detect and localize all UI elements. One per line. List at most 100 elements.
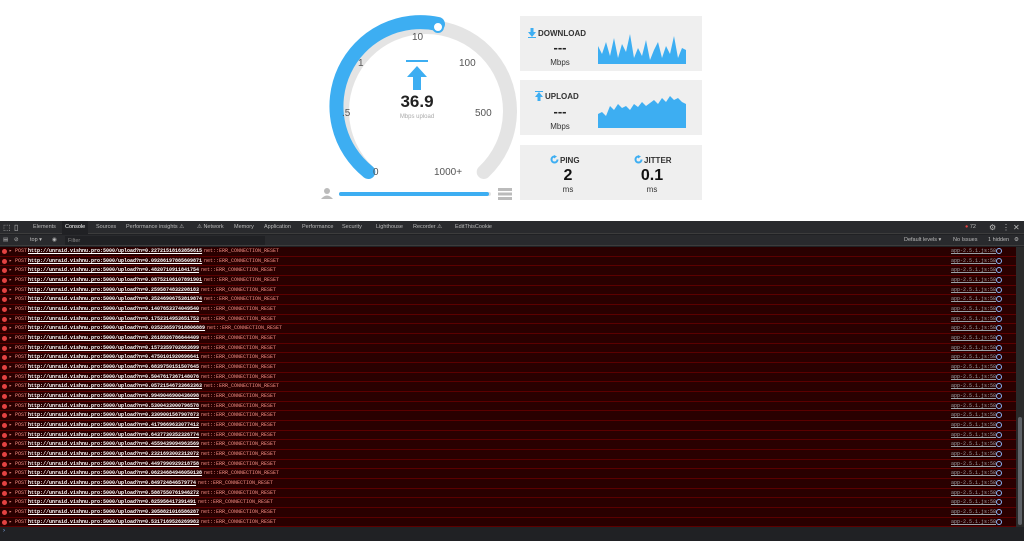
issues-button[interactable]: No Issues: [953, 235, 977, 246]
network-request-icon[interactable]: [996, 335, 1002, 342]
devtools-tab[interactable]: Elements: [30, 221, 59, 234]
source-link[interactable]: app-2.5.1.js:58: [951, 266, 996, 275]
console-error-row[interactable]: ▸ POST http://unraid.vishnu.pro:5000/uplo…: [0, 285, 1016, 296]
console-error-row[interactable]: ▸ POST http://unraid.vishnu.pro:5000/uplo…: [0, 411, 1016, 422]
network-request-icon[interactable]: [996, 373, 1002, 380]
source-link[interactable]: app-2.5.1.js:58: [951, 344, 996, 353]
console-error-row[interactable]: ▸ POST http://unraid.vishnu.pro:5000/uplo…: [0, 459, 1016, 470]
request-url[interactable]: http://unraid.vishnu.pro:5000/upload?n=0…: [28, 440, 199, 449]
request-url[interactable]: http://unraid.vishnu.pro:5000/upload?n=0…: [28, 411, 199, 420]
network-request-icon[interactable]: [996, 489, 1002, 496]
console-error-row[interactable]: ▸ POST http://unraid.vishnu.pro:5000/uplo…: [0, 517, 1016, 527]
request-url[interactable]: http://unraid.vishnu.pro:5000/upload?n=0…: [28, 382, 202, 391]
console-settings-icon[interactable]: ⚙: [1014, 235, 1019, 246]
console-error-row[interactable]: ▸ POST http://unraid.vishnu.pro:5000/uplo…: [0, 314, 1016, 325]
source-link[interactable]: app-2.5.1.js:58: [951, 276, 996, 285]
network-request-icon[interactable]: [996, 296, 1002, 303]
network-request-icon[interactable]: [996, 480, 1002, 487]
console-error-row[interactable]: ▸ POST http://unraid.vishnu.pro:5000/uplo…: [0, 353, 1016, 364]
request-url[interactable]: http://unraid.vishnu.pro:5000/upload?n=0…: [28, 508, 199, 517]
live-expression-eye-icon[interactable]: ◉: [52, 235, 57, 246]
request-url[interactable]: http://unraid.vishnu.pro:5000/upload?n=0…: [28, 334, 199, 343]
network-request-icon[interactable]: [996, 344, 1002, 351]
request-url[interactable]: http://unraid.vishnu.pro:5000/upload?n=0…: [28, 363, 199, 372]
request-url[interactable]: http://unraid.vishnu.pro:5000/upload?n=0…: [28, 450, 199, 459]
source-link[interactable]: app-2.5.1.js:58: [951, 382, 996, 391]
network-request-icon[interactable]: [996, 306, 1002, 313]
request-url[interactable]: http://unraid.vishnu.pro:5000/upload?n=0…: [28, 489, 199, 498]
devtools-tab[interactable]: Recorder ⚠: [410, 221, 445, 234]
request-url[interactable]: http://unraid.vishnu.pro:5000/upload?n=0…: [28, 286, 199, 295]
console-error-row[interactable]: ▸ POST http://unraid.vishnu.pro:5000/uplo…: [0, 440, 1016, 451]
devtools-tab[interactable]: Console: [62, 221, 89, 234]
request-url[interactable]: http://unraid.vishnu.pro:5000/upload?n=0…: [28, 498, 196, 507]
request-url[interactable]: http://unraid.vishnu.pro:5000/upload?n=0…: [28, 266, 199, 275]
console-scrollbar[interactable]: [1016, 247, 1024, 527]
network-request-icon[interactable]: [996, 460, 1002, 467]
console-error-row[interactable]: ▸ POST http://unraid.vishnu.pro:5000/uplo…: [0, 305, 1016, 315]
network-request-icon[interactable]: [996, 470, 1002, 477]
more-options-icon[interactable]: ⋮: [1002, 223, 1010, 232]
network-request-icon[interactable]: [996, 364, 1002, 371]
network-request-icon[interactable]: [996, 383, 1002, 390]
network-request-icon[interactable]: [996, 412, 1002, 419]
console-error-row[interactable]: ▸ POST http://unraid.vishnu.pro:5000/uplo…: [0, 324, 1016, 335]
devtools-tab[interactable]: Performance insights ⚠: [123, 221, 187, 234]
source-link[interactable]: app-2.5.1.js:58: [951, 498, 996, 507]
console-error-row[interactable]: ▸ POST http://unraid.vishnu.pro:5000/uplo…: [0, 498, 1016, 509]
request-url[interactable]: http://unraid.vishnu.pro:5000/upload?n=0…: [28, 315, 199, 324]
console-error-row[interactable]: ▸ POST http://unraid.vishnu.pro:5000/uplo…: [0, 508, 1016, 518]
console-error-row[interactable]: ▸ POST http://unraid.vishnu.pro:5000/uplo…: [0, 401, 1016, 412]
sidebar-toggle-icon[interactable]: ▤: [3, 235, 8, 246]
console-error-row[interactable]: ▸ POST http://unraid.vishnu.pro:5000/uplo…: [0, 247, 1016, 257]
console-prompt[interactable]: ›: [3, 528, 5, 534]
console-error-row[interactable]: ▸ POST http://unraid.vishnu.pro:5000/uplo…: [0, 343, 1016, 354]
network-request-icon[interactable]: [996, 354, 1002, 361]
request-url[interactable]: http://unraid.vishnu.pro:5000/upload?n=0…: [28, 431, 199, 440]
error-count-badge[interactable]: ● 72: [965, 224, 976, 230]
console-error-row[interactable]: ▸ POST http://unraid.vishnu.pro:5000/uplo…: [0, 430, 1016, 441]
request-url[interactable]: http://unraid.vishnu.pro:5000/upload?n=0…: [28, 402, 199, 411]
request-url[interactable]: http://unraid.vishnu.pro:5000/upload?n=0…: [28, 421, 199, 430]
source-link[interactable]: app-2.5.1.js:58: [951, 508, 996, 517]
source-link[interactable]: app-2.5.1.js:58: [951, 334, 996, 343]
devtools-tab[interactable]: Application: [261, 221, 294, 234]
source-link[interactable]: app-2.5.1.js:58: [951, 450, 996, 459]
network-request-icon[interactable]: [996, 277, 1002, 284]
source-link[interactable]: app-2.5.1.js:58: [951, 286, 996, 295]
console-error-row[interactable]: ▸ POST http://unraid.vishnu.pro:5000/uplo…: [0, 266, 1016, 277]
source-link[interactable]: app-2.5.1.js:58: [951, 363, 996, 372]
network-request-icon[interactable]: [996, 393, 1002, 400]
devtools-tab[interactable]: Performance: [299, 221, 337, 234]
source-link[interactable]: app-2.5.1.js:58: [951, 247, 996, 256]
network-request-icon[interactable]: [996, 315, 1002, 322]
network-request-icon[interactable]: [996, 267, 1002, 274]
devtools-tab[interactable]: Security: [339, 221, 365, 234]
source-link[interactable]: app-2.5.1.js:58: [951, 460, 996, 469]
network-request-icon[interactable]: [996, 286, 1002, 293]
network-request-icon[interactable]: [996, 431, 1002, 438]
source-link[interactable]: app-2.5.1.js:58: [951, 518, 996, 527]
device-toolbar-icon[interactable]: ▯: [14, 223, 18, 232]
request-url[interactable]: http://unraid.vishnu.pro:5000/upload?n=0…: [28, 460, 199, 469]
settings-gear-icon[interactable]: ⚙: [989, 223, 996, 232]
source-link[interactable]: app-2.5.1.js:58: [951, 392, 996, 401]
console-error-row[interactable]: ▸ POST http://unraid.vishnu.pro:5000/uplo…: [0, 450, 1016, 460]
request-url[interactable]: http://unraid.vishnu.pro:5000/upload?n=0…: [28, 257, 202, 266]
log-levels-dropdown[interactable]: Default levels ▾: [904, 235, 941, 246]
scrollbar-thumb[interactable]: [1018, 417, 1022, 525]
console-error-row[interactable]: ▸ POST http://unraid.vishnu.pro:5000/uplo…: [0, 421, 1016, 431]
network-request-icon[interactable]: [996, 248, 1002, 254]
source-link[interactable]: app-2.5.1.js:58: [951, 295, 996, 304]
network-request-icon[interactable]: [996, 509, 1002, 516]
source-link[interactable]: app-2.5.1.js:58: [951, 479, 996, 488]
network-request-icon[interactable]: [996, 257, 1002, 264]
source-link[interactable]: app-2.5.1.js:58: [951, 402, 996, 411]
inspect-element-icon[interactable]: ⬚: [3, 223, 11, 232]
request-url[interactable]: http://unraid.vishnu.pro:5000/upload?n=0…: [28, 373, 199, 382]
source-link[interactable]: app-2.5.1.js:58: [951, 431, 996, 440]
source-link[interactable]: app-2.5.1.js:58: [951, 469, 996, 478]
devtools-tab[interactable]: Sources: [93, 221, 119, 234]
request-url[interactable]: http://unraid.vishnu.pro:5000/upload?n=0…: [28, 469, 202, 478]
network-request-icon[interactable]: [996, 422, 1002, 429]
